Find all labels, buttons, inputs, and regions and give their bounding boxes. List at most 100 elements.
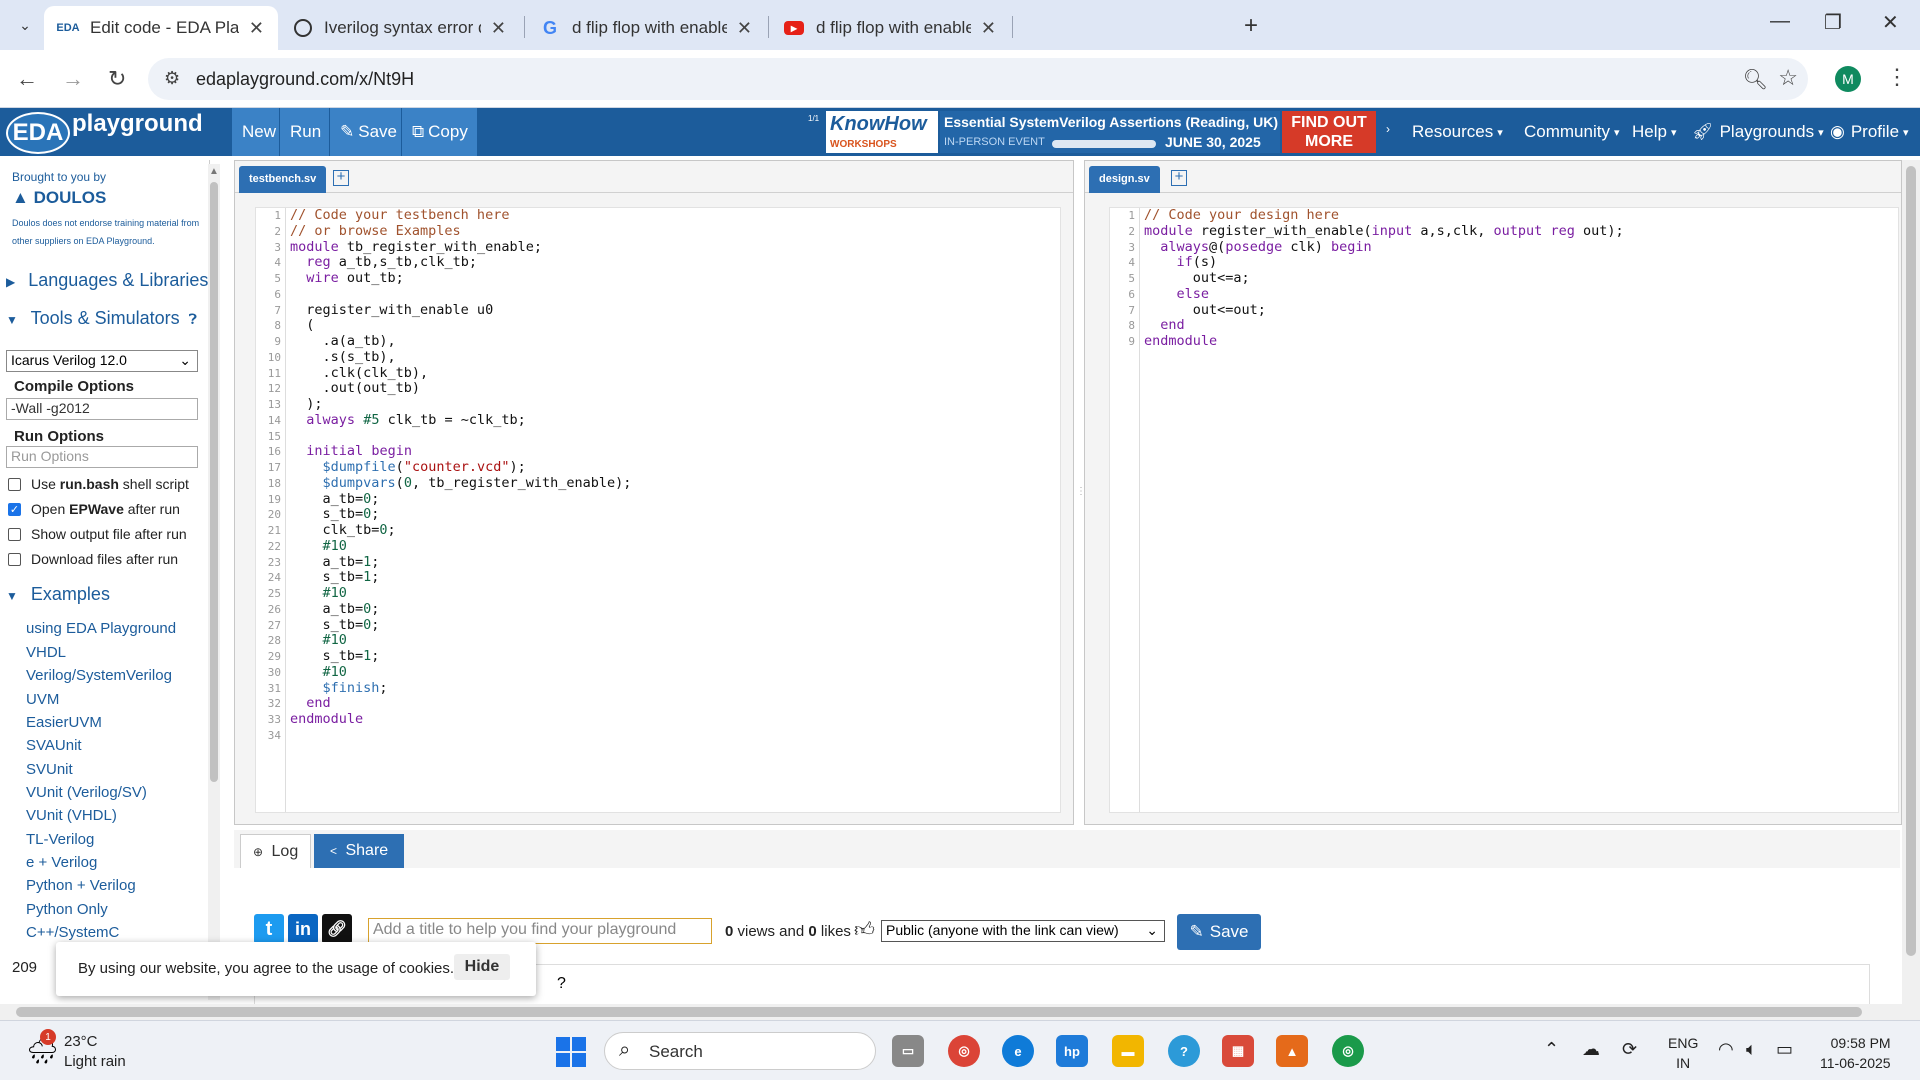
example-link[interactable]: Verilog/SystemVerilog — [26, 667, 172, 684]
browser-menu-kebab-icon[interactable]: ⋮ — [1886, 64, 1908, 90]
example-link[interactable]: UVM — [26, 691, 59, 708]
checkbox-box[interactable] — [8, 527, 21, 541]
windows-start-icon[interactable] — [556, 1037, 586, 1067]
run-options-input[interactable]: Run Options — [6, 446, 198, 468]
code-line[interactable]: $dumpvars(0, tb_register_with_enable); — [290, 475, 632, 492]
help-menu[interactable]: Help ▾ — [1622, 108, 1687, 156]
task-view-icon[interactable]: ▭ — [892, 1035, 924, 1067]
forward-arrow-icon[interactable]: → — [62, 66, 84, 92]
microsoft-store-icon[interactable]: ▦ — [1222, 1035, 1254, 1067]
cookie-hide-button[interactable]: Hide — [454, 954, 510, 980]
ad-next-chevron-icon[interactable]: › — [1386, 122, 1390, 136]
thumbs-up-icon[interactable]: 👍︎ — [854, 918, 875, 942]
run-button[interactable]: Run — [280, 108, 330, 156]
code-line[interactable]: ( — [290, 317, 631, 334]
example-link[interactable]: VHDL — [26, 644, 66, 661]
code-line[interactable]: if(s) — [1144, 254, 1624, 271]
scroll-up-arrow-icon[interactable]: ▲ — [209, 166, 219, 177]
resources-menu[interactable]: Resources ▾ — [1402, 108, 1513, 156]
code-line[interactable]: register_with_enable u0 — [290, 302, 631, 319]
file-explorer-icon[interactable]: ▬ — [1112, 1035, 1144, 1067]
new-tab-plus-icon[interactable]: + — [1244, 12, 1258, 40]
code-line[interactable]: a_tb=0; — [290, 491, 631, 508]
share-save-button[interactable]: ✎ Save — [1177, 914, 1261, 950]
wifi-icon[interactable]: ◠ — [1718, 1039, 1734, 1060]
tab-design[interactable]: design.sv — [1089, 166, 1160, 193]
code-line[interactable]: s_tb=1; — [290, 648, 631, 665]
visibility-select[interactable]: Public (anyone with the link can view) ⌄ — [881, 920, 1165, 942]
code-line[interactable] — [290, 429, 631, 445]
copy-button[interactable]: ⧉ Copy — [402, 108, 478, 156]
code-line[interactable]: clk_tb=0; — [290, 522, 631, 539]
tab-share[interactable]: < Share — [314, 834, 405, 868]
checkbox-box[interactable] — [8, 552, 21, 566]
example-link[interactable]: C++/SystemC — [26, 924, 119, 941]
url-omnibox[interactable]: ⚙ edaplayground.com/x/Nt9H 🔍︎ ☆ — [148, 58, 1808, 100]
add-file-plus-icon[interactable]: + — [1171, 169, 1187, 186]
checkbox-box[interactable] — [8, 477, 21, 491]
profile-avatar[interactable]: M — [1835, 66, 1861, 92]
code-line[interactable]: #10 — [290, 538, 631, 555]
code-line[interactable]: s_tb=0; — [290, 617, 631, 634]
system-clock[interactable]: 09:58 PM 11-06-2025 — [1820, 1033, 1891, 1073]
code-line[interactable]: module register_with_enable(input a,s,cl… — [1144, 223, 1624, 240]
playground-title-input[interactable]: Add a title to help you find your playgr… — [368, 918, 712, 944]
sync-icon[interactable]: ⟳ — [1622, 1039, 1637, 1060]
code-line[interactable]: a_tb=0; — [290, 601, 631, 618]
chrome-profile-icon[interactable]: ◎ — [1332, 1035, 1364, 1067]
example-link[interactable]: VUnit (Verilog/SV) — [26, 784, 147, 801]
code-line[interactable]: #10 — [290, 585, 631, 602]
ad-banner[interactable]: Essential SystemVerilog Assertions (Read… — [940, 111, 1280, 153]
close-tab-icon[interactable]: ✕ — [491, 18, 506, 39]
weather-temperature[interactable]: 23°C — [64, 1033, 98, 1050]
restore-window-icon[interactable]: ❐ — [1824, 10, 1842, 35]
code-line[interactable]: end — [290, 695, 631, 712]
show-hidden-icons-chevron-icon[interactable]: ⌃ — [1544, 1039, 1559, 1060]
code-line[interactable]: out<=out; — [1144, 302, 1624, 319]
simulator-select[interactable]: Icarus Verilog 12.0 ⌄ — [6, 350, 198, 372]
close-window-icon[interactable]: ✕ — [1882, 10, 1899, 35]
chrome-icon[interactable]: ◎ — [948, 1035, 980, 1067]
example-link[interactable]: e + Verilog — [26, 854, 97, 871]
myhp-icon[interactable]: hp — [1056, 1035, 1088, 1067]
code-line[interactable]: // or browse Examples — [290, 223, 631, 240]
question-circle-icon[interactable]: ❓︎ — [189, 311, 197, 327]
profile-menu[interactable]: ◉ Profile ▾ — [1820, 108, 1919, 156]
example-link[interactable]: VUnit (VHDL) — [26, 807, 117, 824]
minimize-icon[interactable]: — — [1770, 10, 1790, 33]
languages-libraries-toggle[interactable]: ▶ Languages & Libraries — [6, 270, 208, 291]
example-link[interactable]: SVAUnit — [26, 737, 82, 754]
code-line[interactable]: #10 — [290, 632, 631, 649]
code-line[interactable]: initial begin — [290, 443, 631, 460]
battery-icon[interactable]: ▭ — [1776, 1039, 1793, 1060]
community-menu[interactable]: Community ▾ — [1514, 108, 1630, 156]
code-line[interactable]: endmodule — [1144, 333, 1624, 350]
tab-log[interactable]: ⊕ Log — [240, 834, 312, 868]
playgrounds-menu[interactable]: 🚀︎ Playgrounds ▾ — [1682, 108, 1834, 156]
language-indicator[interactable]: ENG IN — [1668, 1033, 1698, 1073]
code-line[interactable]: module tb_register_with_enable; — [290, 239, 631, 256]
tools-simulators-toggle[interactable]: ▼ Tools & Simulators ❓︎ — [6, 308, 197, 329]
code-line[interactable]: .clk(clk_tb), — [290, 365, 631, 382]
help-app-icon[interactable]: ? — [1168, 1035, 1200, 1067]
page-vertical-scrollbar-thumb[interactable] — [1906, 166, 1916, 956]
code-line[interactable]: // Code your testbench here — [290, 208, 631, 224]
code-line[interactable]: end — [1144, 317, 1624, 334]
code-line[interactable]: #10 — [290, 664, 631, 681]
code-line[interactable]: $finish; — [290, 680, 631, 697]
close-tab-icon[interactable]: ✕ — [249, 18, 264, 39]
code-line[interactable]: wire out_tb; — [290, 270, 631, 287]
browser-tab-youtube[interactable]: ▶ d flip flop with enable - YouTub ✕ — [770, 6, 1010, 50]
volume-icon[interactable]: 🔈︎ — [1746, 1039, 1757, 1060]
close-tab-icon[interactable]: ✕ — [737, 18, 752, 39]
checkbox-open-epwave[interactable]: ✓ Open EPWave after run — [8, 501, 180, 517]
taskbar-search[interactable]: ⌕ Search — [604, 1032, 876, 1070]
example-link[interactable]: SVUnit — [26, 761, 73, 778]
zoom-magnifier-icon[interactable]: 🔍︎ — [1743, 67, 1768, 92]
browser-tab-google[interactable]: G d flip flop with enable verilog c ✕ — [526, 6, 766, 50]
add-file-plus-icon[interactable]: + — [333, 169, 349, 186]
checkbox-run-bash[interactable]: Use run.bash shell script — [8, 476, 189, 492]
page-horizontal-scrollbar-thumb[interactable] — [16, 1007, 1862, 1017]
find-out-more-button[interactable]: FIND OUT MORE — [1282, 111, 1376, 153]
save-button[interactable]: ✎ Save — [330, 108, 402, 156]
